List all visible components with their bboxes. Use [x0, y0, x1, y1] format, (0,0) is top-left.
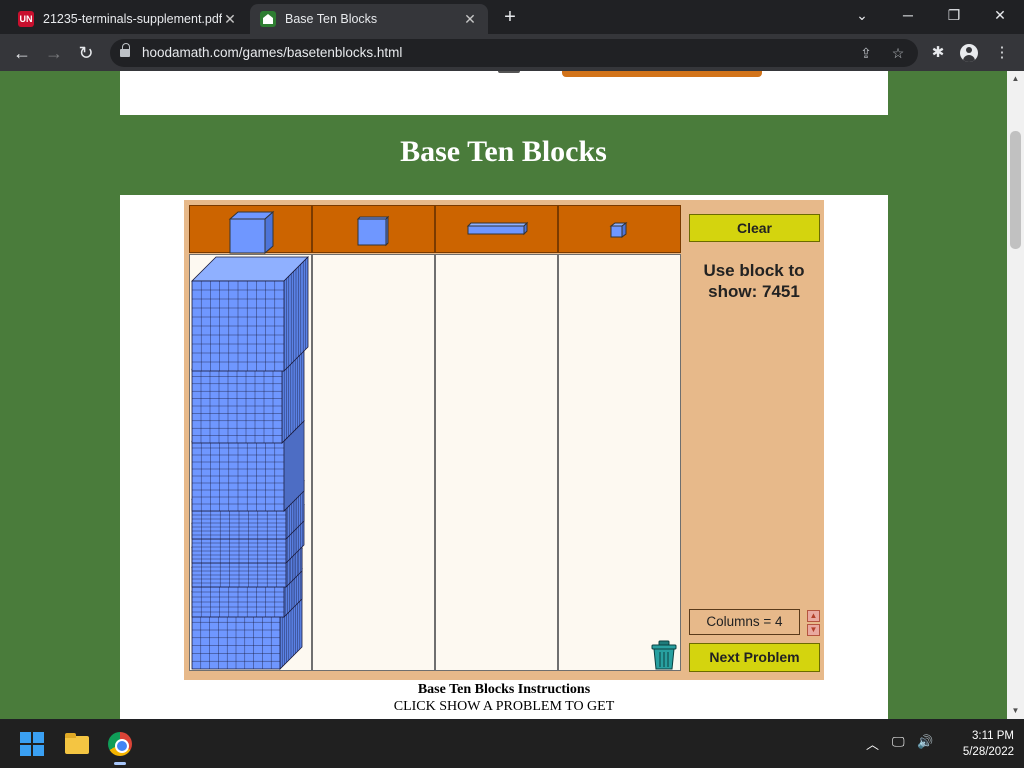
scrollbar-thumb[interactable] [1010, 131, 1021, 249]
menu-kebab-icon[interactable]: ⋮ [990, 41, 1014, 65]
close-icon[interactable]: ✕ [222, 11, 238, 28]
pdf-favicon-icon: UN [18, 11, 34, 27]
extensions-icon[interactable]: ✱ [926, 41, 950, 65]
logo-fragment [498, 71, 520, 73]
site-logo[interactable] [562, 71, 762, 77]
volume-icon[interactable]: 🔊 [917, 734, 933, 750]
thousand-cube-block[interactable] [191, 256, 309, 372]
running-indicator [114, 762, 126, 765]
scroll-down-arrow-icon[interactable]: ▼ [1007, 703, 1024, 719]
palette-ten-rod[interactable] [435, 205, 558, 253]
close-icon[interactable]: ✕ [462, 11, 478, 28]
taskbar-clock[interactable]: 3:11 PM 5/28/2022 [944, 728, 1014, 760]
file-explorer-icon[interactable] [61, 728, 93, 760]
clock-date: 5/28/2022 [962, 746, 1014, 758]
tab-pdf[interactable]: UN 21235-terminals-supplement.pdf ✕ [8, 4, 248, 34]
share-icon[interactable]: ⇪ [856, 43, 876, 63]
hoodamath-favicon-icon [260, 11, 276, 27]
minimize-button[interactable]: ─ [888, 4, 928, 26]
network-icon[interactable]: 🖵 [892, 734, 905, 750]
chrome-icon[interactable] [104, 728, 136, 760]
tab-title: 21235-terminals-supplement.pdf [43, 12, 222, 26]
lock-icon[interactable] [120, 43, 130, 59]
close-window-button[interactable]: ✕ [980, 4, 1020, 26]
hundred-flat-icon [356, 215, 390, 247]
instructions-text: CLICK SHOW A PROBLEM TO GET [393, 699, 615, 714]
clear-button[interactable]: Clear [689, 214, 820, 242]
tray-overflow-chevron-icon[interactable]: ︿ [866, 734, 879, 753]
columns-increase-arrow-icon[interactable]: ▲ [807, 610, 820, 622]
palette-one-unit[interactable] [558, 205, 681, 253]
site-header-panel [120, 71, 888, 115]
new-tab-button[interactable]: + [498, 6, 522, 30]
tab-title: Base Ten Blocks [285, 12, 378, 26]
bookmark-star-icon[interactable]: ☆ [888, 43, 908, 63]
column-thousands[interactable] [189, 254, 312, 671]
scroll-up-arrow-icon[interactable]: ▲ [1007, 71, 1024, 87]
page-viewport: Base Ten Blocks Clear Use block to show:… [0, 71, 1007, 719]
palette-hundred-flat[interactable] [312, 205, 435, 253]
columns-count-display: Columns = 4 [689, 609, 800, 635]
reload-button[interactable]: ↻ [74, 41, 98, 65]
problem-prompt: Use block to show: 7451 [703, 261, 805, 301]
page-title: Base Ten Blocks [400, 135, 607, 168]
tab-base-ten-blocks[interactable]: Base Ten Blocks ✕ [250, 4, 488, 34]
browser-tab-bar: UN 21235-terminals-supplement.pdf ✕ Base… [0, 0, 1024, 34]
windows-taskbar: ︿ 🖵 🔊 3:11 PM 5/28/2022 [0, 720, 1024, 768]
column-tens[interactable] [435, 254, 558, 671]
address-bar[interactable]: hoodamath.com/games/basetenblocks.html ⇪… [110, 39, 918, 67]
restore-button[interactable]: ❐ [934, 4, 974, 26]
trash-can-icon[interactable] [650, 640, 678, 670]
thousand-cube-icon [228, 210, 275, 255]
profile-avatar-icon[interactable] [960, 44, 978, 62]
column-ones[interactable] [558, 254, 681, 671]
ten-rod-icon [466, 221, 529, 236]
back-button[interactable]: ← [10, 41, 34, 65]
columns-decrease-arrow-icon[interactable]: ▼ [807, 624, 820, 636]
browser-toolbar: ← → ↻ hoodamath.com/games/basetenblocks.… [0, 34, 1024, 71]
windows-start-icon[interactable] [20, 732, 44, 756]
page-scrollbar[interactable]: ▲ ▼ [1007, 71, 1024, 719]
instructions-title: Base Ten Blocks Instructions [417, 682, 591, 697]
one-unit-icon [609, 222, 628, 238]
tab-search-chevron-icon[interactable]: ⌄ [842, 4, 882, 26]
url-text[interactable]: hoodamath.com/games/basetenblocks.html [142, 45, 402, 60]
thousand-cubes-stack[interactable] [190, 255, 311, 670]
clock-time: 3:11 PM [972, 730, 1014, 742]
palette-thousand-cube[interactable] [189, 205, 312, 255]
instructions-section: Base Ten Blocks Instructions CLICK SHOW … [120, 681, 888, 715]
base-ten-blocks-game: Clear Use block to show: 7451 Columns = … [184, 200, 824, 680]
next-problem-button[interactable]: Next Problem [689, 643, 820, 672]
forward-button[interactable]: → [42, 41, 66, 65]
column-hundreds[interactable] [312, 254, 435, 671]
